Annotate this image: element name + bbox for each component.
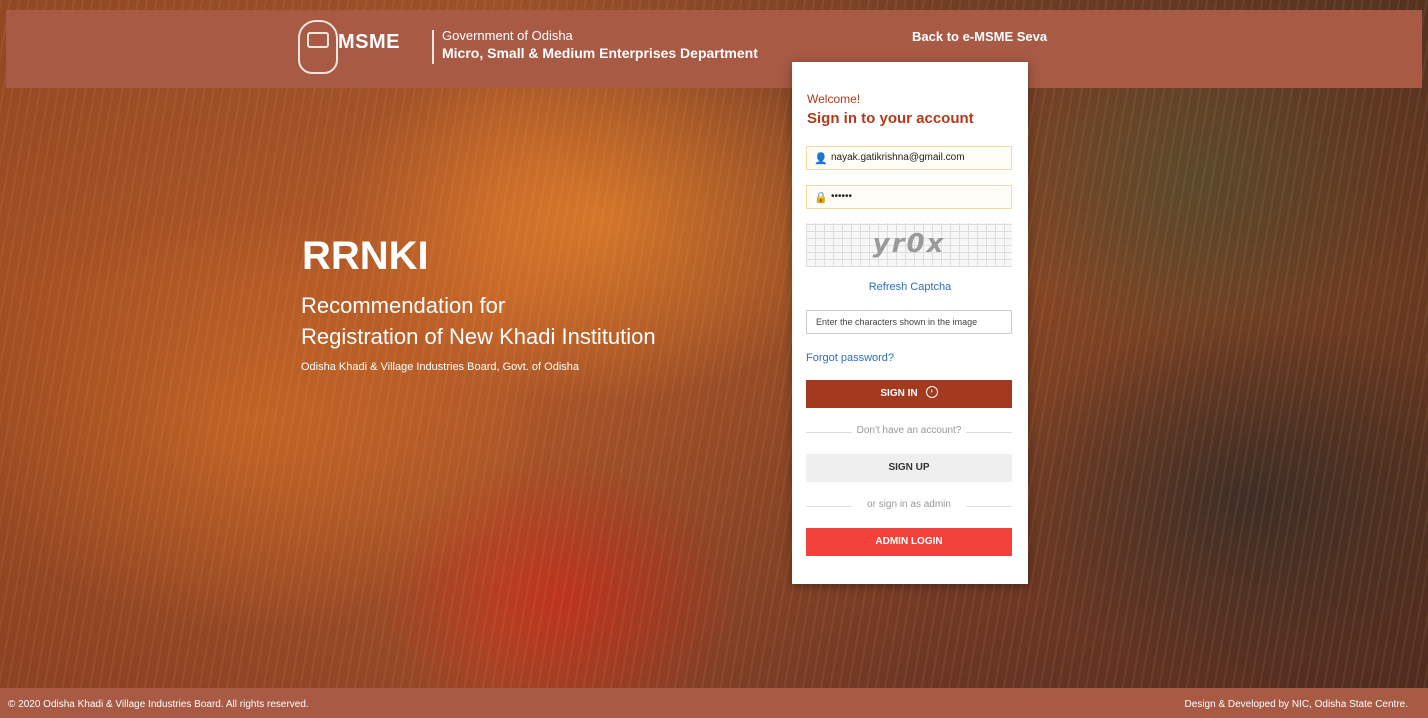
- username-field[interactable]: 👤 nayak.gatikrishna@gmail.com: [806, 146, 1012, 170]
- signin-title: Sign in to your account: [807, 110, 974, 127]
- password-field[interactable]: 🔒 ••••••: [806, 185, 1012, 209]
- captcha-text: yr0x: [872, 229, 946, 259]
- login-card: Welcome! Sign in to your account 👤 nayak…: [792, 62, 1028, 584]
- hero-title: RRNKI: [302, 234, 429, 278]
- signup-button[interactable]: SIGN UP: [806, 454, 1012, 482]
- lock-icon: 🔒: [814, 192, 828, 204]
- welcome-text: Welcome!: [807, 92, 861, 106]
- logo-divider: [432, 30, 434, 64]
- gov-line: Government of Odisha: [442, 28, 573, 43]
- odisha-emblem-icon: [298, 20, 338, 74]
- dept-line: Micro, Small & Medium Enterprises Depart…: [442, 45, 758, 61]
- hero-subtitle-2: Registration of New Khadi Institution: [301, 324, 656, 349]
- admin-separator: or sign in as admin: [806, 499, 1012, 513]
- page: MSME Government of Odisha Micro, Small &…: [0, 0, 1428, 718]
- refresh-captcha-link[interactable]: Refresh Captcha: [792, 281, 1028, 293]
- signin-button[interactable]: SIGN IN ›: [806, 380, 1012, 408]
- username-value: nayak.gatikrishna@gmail.com: [831, 152, 965, 163]
- captcha-image: yr0x: [806, 223, 1012, 267]
- arrow-circle-icon: ›: [925, 386, 938, 399]
- user-icon: 👤: [814, 153, 828, 165]
- password-value: ••••••: [831, 191, 853, 202]
- logo-text: MSME: [338, 31, 400, 53]
- back-to-emsme-link[interactable]: Back to e-MSME Seva: [912, 29, 1047, 44]
- hero-org: Odisha Khadi & Village Industries Board,…: [301, 361, 580, 373]
- footer-credit: Design & Developed by NIC, Odisha State …: [1184, 699, 1408, 710]
- captcha-input[interactable]: Enter the characters shown in the image: [806, 310, 1012, 334]
- admin-login-button[interactable]: ADMIN LOGIN: [806, 528, 1012, 556]
- hero-subtitle-1: Recommendation for: [301, 293, 506, 318]
- signin-label: SIGN IN: [880, 388, 918, 399]
- forgot-password-link[interactable]: Forgot password?: [806, 352, 894, 364]
- background-threads: [0, 0, 1428, 718]
- no-account-separator: Don't have an account?: [806, 425, 1012, 439]
- captcha-placeholder: Enter the characters shown in the image: [816, 317, 978, 327]
- footer-copyright: © 2020 Odisha Khadi & Village Industries…: [8, 699, 309, 710]
